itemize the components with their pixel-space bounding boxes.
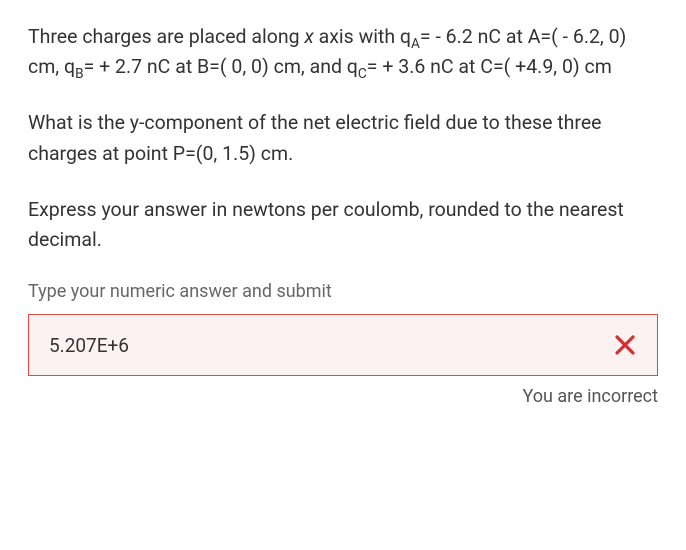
text: = + 3.6 nC at C=( +4.9, 0) cm xyxy=(367,55,612,78)
question-para-1: Three charges are placed along x axis wi… xyxy=(28,22,658,82)
question-body: Three charges are placed along x axis wi… xyxy=(28,22,658,255)
answer-prompt: Type your numeric answer and submit xyxy=(28,281,658,302)
answer-value: 5.207E+6 xyxy=(49,334,129,357)
text: Three charges are placed along xyxy=(28,25,304,48)
feedback-text: You are incorrect xyxy=(28,386,658,407)
incorrect-icon xyxy=(613,333,637,357)
subscript-b: B xyxy=(75,66,84,82)
text: = + 2.7 nC at B=( 0, 0) cm, and q xyxy=(84,55,358,78)
question-para-3: Express your answer in newtons per coulo… xyxy=(28,195,658,255)
text: axis with q xyxy=(314,25,411,48)
question-para-2: What is the y-component of the net elect… xyxy=(28,108,658,168)
subscript-c: C xyxy=(358,66,367,82)
answer-input[interactable]: 5.207E+6 xyxy=(28,314,658,376)
subscript-a: A xyxy=(411,36,420,52)
variable-x: x xyxy=(304,25,313,48)
